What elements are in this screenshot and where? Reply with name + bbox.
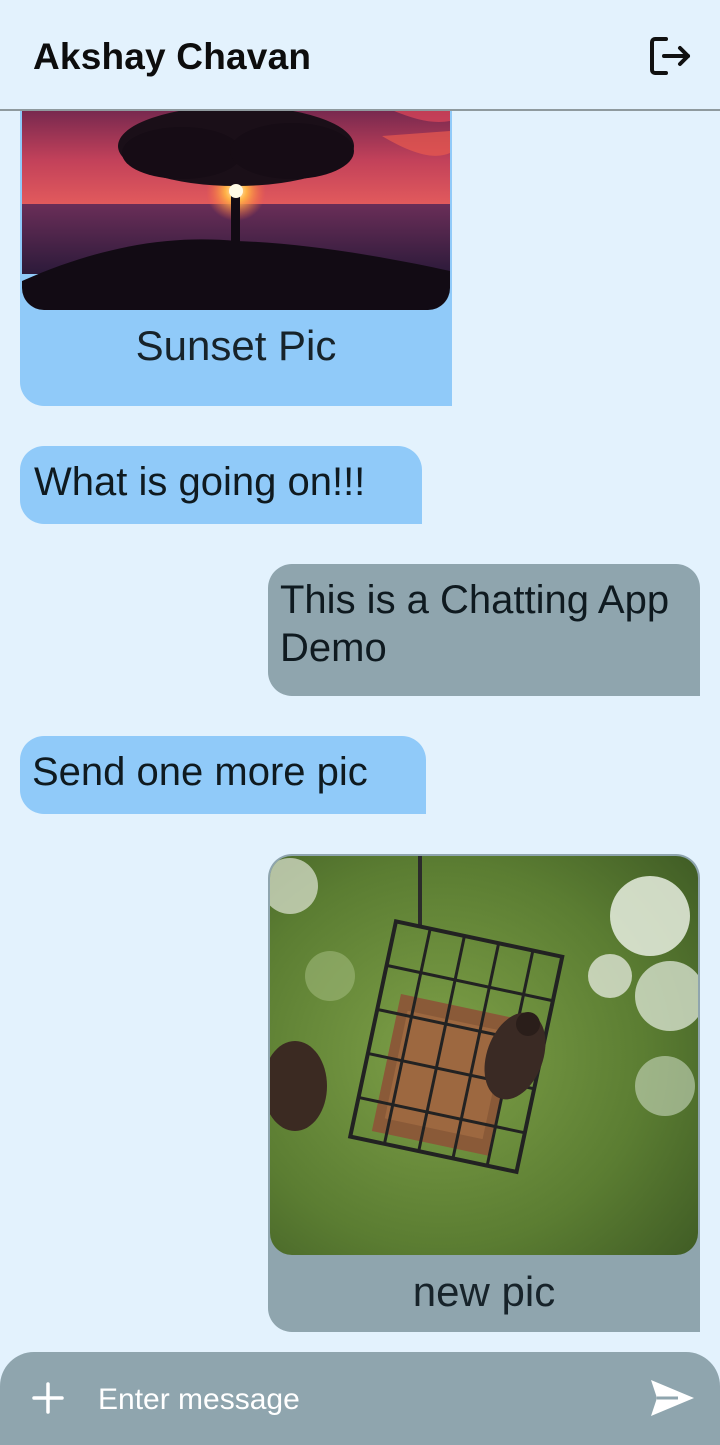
sunset-tree-photo	[22, 111, 450, 310]
image-caption: new pic	[412, 1268, 556, 1315]
message-text: What is going on!!!	[34, 460, 366, 504]
send-icon[interactable]	[648, 1376, 696, 1420]
bird-feeder-photo	[270, 856, 698, 1255]
message-composer	[0, 1352, 720, 1445]
message-received[interactable]: What is going on!!!	[20, 446, 422, 524]
message-text: This is a Chatting App Demo	[280, 578, 670, 670]
contact-name: Akshay Chavan	[33, 36, 312, 77]
message-text: Send one more pic	[32, 750, 368, 794]
message-sent[interactable]: This is a Chatting App Demo	[268, 564, 700, 696]
image-caption: Sunset Pic	[135, 322, 337, 369]
message-list[interactable]: Sunset Pic What is going on!!! This is a…	[0, 111, 720, 1351]
logout-icon[interactable]	[646, 34, 694, 78]
message-received[interactable]: Send one more pic	[20, 736, 426, 814]
message-image-received[interactable]: Sunset Pic	[20, 111, 452, 406]
app-bar: Akshay Chavan	[0, 0, 720, 111]
plus-icon[interactable]	[30, 1380, 66, 1416]
message-input[interactable]	[96, 1374, 620, 1426]
message-image-sent[interactable]: new pic	[268, 854, 700, 1332]
